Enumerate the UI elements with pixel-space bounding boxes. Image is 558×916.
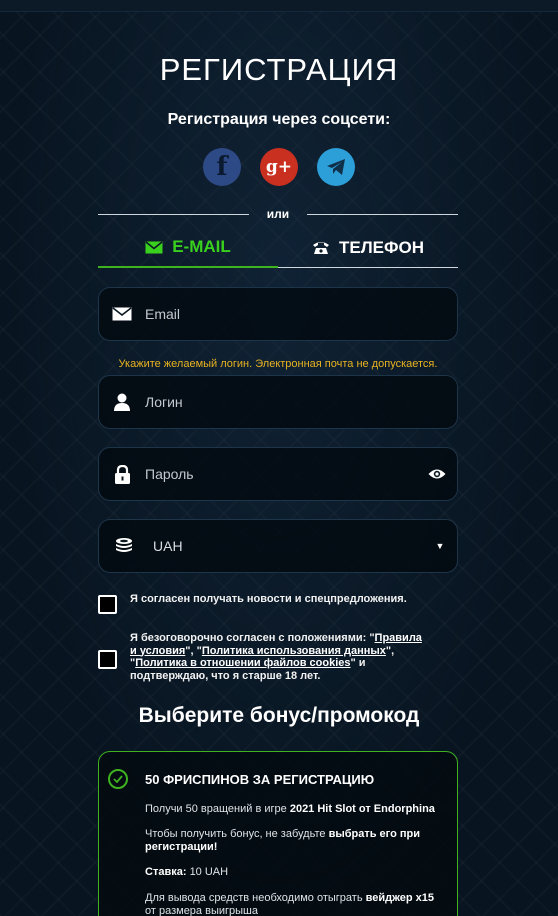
telegram-icon [327, 159, 345, 175]
password-field[interactable] [98, 447, 458, 501]
email-field[interactable] [98, 287, 458, 341]
terms-separator: ", " [185, 644, 202, 657]
wager-value: вейджер x15 [365, 892, 435, 904]
bonus-card-title: 50 ФРИСПИНОВ ЗА РЕГИСТРАЦИЮ [145, 772, 375, 787]
envelope-icon [112, 307, 132, 321]
lock-icon [114, 464, 130, 484]
tab-phone-label: ТЕЛЕФОН [339, 237, 424, 257]
registration-method-tabs: E-MAIL ТЕЛЕФОН [98, 228, 458, 268]
data-policy-link[interactable]: Политика использования данных [202, 645, 386, 657]
email-input[interactable] [145, 306, 457, 322]
login-hint: Укажите желаемый логин. Электронная почт… [118, 358, 438, 370]
envelope-icon [145, 240, 163, 253]
tab-email[interactable]: E-MAIL [98, 228, 278, 268]
user-icon [114, 393, 130, 411]
chevron-down-icon: ▼ [435, 541, 445, 551]
telegram-button[interactable] [317, 148, 355, 186]
tab-email-label: E-MAIL [172, 237, 231, 256]
phone-icon [313, 242, 329, 254]
terms-text-prefix: Я безоговорочно согласен с положениями: … [130, 632, 375, 644]
google-plus-button[interactable]: g+ [260, 148, 298, 186]
bonus-description: Получи 50 вращений в игре 2021 Hit Slot … [145, 803, 441, 816]
facebook-button[interactable]: f [203, 148, 241, 186]
or-divider: или [98, 206, 458, 222]
eye-icon [428, 469, 446, 479]
bonus-text: Чтобы получить бонус, не забудьте [145, 828, 326, 840]
bonus-instruction: Чтобы получить бонус, не забудьте выбрат… [145, 828, 441, 854]
divider-line-right [307, 214, 458, 215]
stake-label: Ставка: [145, 866, 187, 878]
check-circle-icon [108, 769, 128, 789]
news-consent: Я согласен получать новости и спецпредло… [98, 593, 407, 614]
cookie-policy-link[interactable]: Политика в отношении файлов cookies [135, 657, 350, 669]
terms-consent-checkbox[interactable] [98, 650, 117, 669]
page-title: РЕГИСТРАЦИЯ [159, 52, 399, 87]
bonus-text: Для вывода средств необходимо отыграть [145, 892, 363, 904]
stake-value: 10 UAH [189, 866, 229, 878]
bonus-text: Получи 50 вращений в игре [145, 803, 287, 815]
bonus-card-freespins[interactable]: 50 ФРИСПИНОВ ЗА РЕГИСТРАЦИЮ Получи 50 вр… [98, 751, 458, 916]
terms-consent-label: Я безоговорочно согласен с положениями: … [130, 632, 422, 682]
show-password-toggle[interactable] [417, 468, 457, 480]
social-buttons: f g+ [0, 148, 558, 186]
facebook-icon: f [216, 152, 228, 182]
login-field[interactable] [98, 375, 458, 429]
google-plus-icon: g+ [265, 157, 293, 177]
social-login-title: Регистрация через соцсети: [167, 111, 391, 128]
bonus-wager: Для вывода средств необходимо отыграть в… [145, 892, 441, 916]
coins-icon [116, 538, 132, 552]
tab-phone[interactable]: ТЕЛЕФОН [278, 228, 458, 268]
top-bar [0, 0, 558, 12]
bonus-stake: Ставка: 10 UAH [145, 866, 441, 879]
currency-select[interactable]: UAH ▼ [98, 519, 458, 573]
bonus-game-name: 2021 Hit Slot от Endorphina [289, 803, 435, 815]
bonus-section-title: Выберите бонус/промокод [138, 704, 420, 727]
currency-value: UAH [153, 538, 183, 554]
password-input[interactable] [145, 466, 417, 482]
terms-consent: Я безоговорочно согласен с положениями: … [98, 632, 422, 682]
news-consent-checkbox[interactable] [98, 595, 117, 614]
bonus-text: от размера выигрыша [145, 905, 258, 916]
news-consent-label: Я согласен получать новости и спецпредло… [130, 593, 407, 605]
login-input[interactable] [145, 394, 457, 410]
